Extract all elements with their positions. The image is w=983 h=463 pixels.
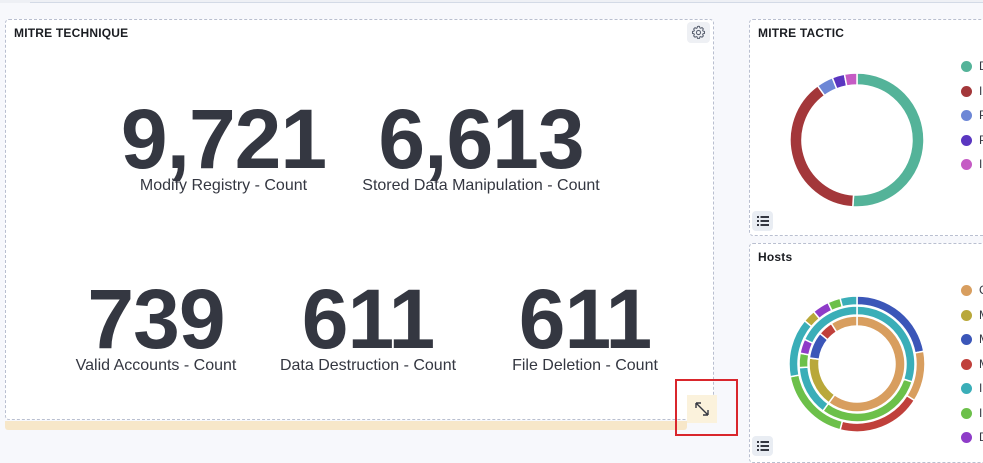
legend-toggle-button[interactable] bbox=[752, 211, 773, 231]
metric-value: 611 bbox=[518, 272, 653, 366]
highlight-box bbox=[675, 379, 738, 436]
legend-swatch bbox=[961, 334, 972, 345]
legend-swatch bbox=[961, 383, 972, 394]
legend-label: C bbox=[979, 283, 983, 297]
hosts-slice[interactable] bbox=[839, 295, 858, 308]
legend-swatch bbox=[961, 134, 972, 146]
metric-label: Stored Data Manipulation - Count bbox=[362, 177, 600, 194]
legend-label: M bbox=[979, 332, 983, 346]
metric-value: 611 bbox=[301, 272, 436, 366]
mitre-tactic-panel: MITRE TACTIC DIPPI bbox=[749, 19, 983, 236]
metric-modify-registry: 9,721 Modify Registry - Count bbox=[106, 97, 341, 195]
metric-valid-accounts: 739 Valid Accounts - Count bbox=[66, 277, 246, 375]
tactic-slice[interactable] bbox=[851, 72, 924, 208]
legend-label: D bbox=[979, 430, 983, 444]
legend-swatch bbox=[961, 85, 972, 97]
metric-value: 6,613 bbox=[378, 92, 584, 186]
tactic-slice[interactable] bbox=[843, 72, 858, 87]
list-icon bbox=[756, 441, 769, 451]
legend-label: I bbox=[979, 157, 983, 171]
legend-swatch bbox=[961, 110, 972, 121]
top-divider bbox=[30, 2, 983, 3]
legend-swatch bbox=[961, 432, 972, 443]
metric-file-deletion: 611 File Deletion - Count bbox=[490, 277, 680, 375]
gear-icon bbox=[691, 25, 706, 39]
legend-label: D bbox=[979, 59, 983, 73]
legend-label: M bbox=[979, 357, 983, 371]
metric-data-destruction: 611 Data Destruction - Count bbox=[268, 277, 468, 375]
legend-toggle-button[interactable] bbox=[752, 436, 773, 456]
legend-label: P bbox=[979, 133, 983, 147]
list-icon bbox=[756, 216, 769, 226]
metric-label: Data Destruction - Count bbox=[279, 357, 457, 374]
legend-swatch bbox=[961, 61, 972, 72]
legend-swatch bbox=[961, 407, 972, 419]
legend-swatch bbox=[961, 358, 972, 370]
panel-title: Hosts bbox=[758, 250, 793, 264]
metric-label: Modify Registry - Count bbox=[139, 177, 308, 194]
panel-title: MITRE TECHNIQUE bbox=[14, 26, 129, 40]
legend-label: P bbox=[979, 108, 983, 122]
legend-label: I bbox=[979, 381, 983, 395]
metric-label: File Deletion - Count bbox=[512, 357, 658, 374]
metric-stored-data-manipulation: 6,613 Stored Data Manipulation - Count bbox=[351, 97, 611, 195]
legend-label: I bbox=[979, 405, 983, 420]
legend-label: M bbox=[979, 308, 983, 322]
metric-value: 739 bbox=[87, 272, 225, 366]
metric-label: Valid Accounts - Count bbox=[75, 357, 237, 374]
mitre-technique-panel: MITRE TECHNIQUE 9,721 Modify Registry - … bbox=[5, 19, 714, 420]
legend-swatch bbox=[961, 285, 972, 296]
panel-options-button[interactable] bbox=[687, 22, 710, 43]
hosts-slice[interactable] bbox=[798, 352, 810, 369]
tactic-slice[interactable] bbox=[790, 84, 855, 208]
legend-label: I bbox=[979, 83, 983, 98]
hosts-panel: Hosts CMMMIID bbox=[749, 243, 983, 463]
panel-title: MITRE TACTIC bbox=[758, 26, 845, 40]
panel-bottom-bar bbox=[5, 421, 687, 430]
hosts-sunburst-chart bbox=[788, 295, 926, 433]
legend-swatch bbox=[961, 309, 972, 321]
metric-value: 9,721 bbox=[120, 92, 327, 186]
tactic-donut-chart bbox=[790, 72, 924, 208]
legend-swatch bbox=[961, 159, 972, 170]
